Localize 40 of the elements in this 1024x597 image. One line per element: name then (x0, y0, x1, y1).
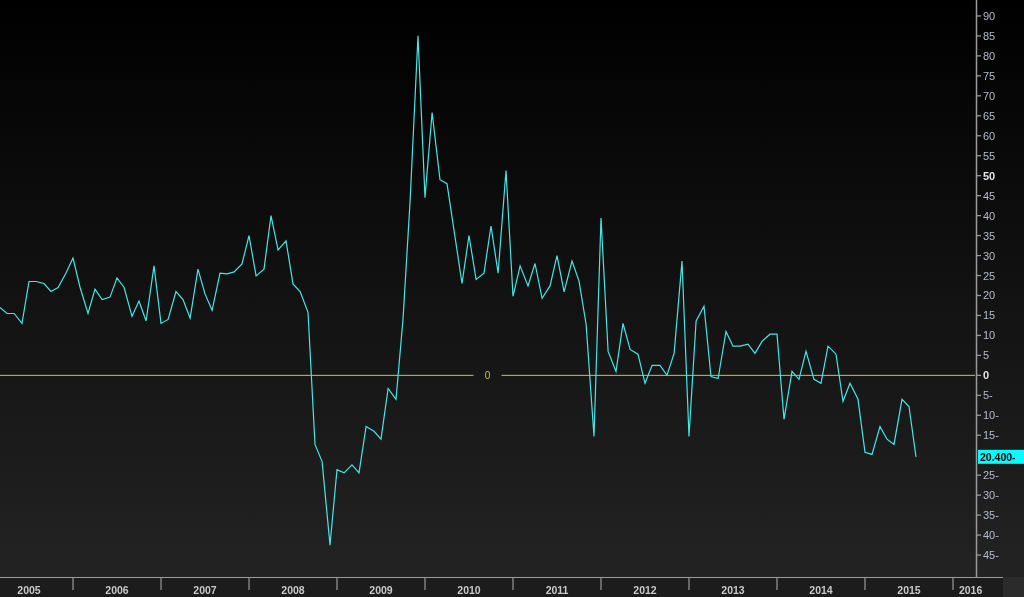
axis-label: 2006 (105, 584, 129, 596)
axis-label: 0 (983, 369, 990, 382)
axis-label: 20 (983, 289, 996, 302)
axis-label: 75 (983, 69, 996, 82)
axis-label: 85 (983, 29, 996, 42)
axis-label: 2010 (457, 584, 481, 596)
axis-label: 2011 (545, 584, 569, 596)
axis-label: 2005 (17, 584, 41, 596)
axis-label: 2009 (369, 584, 393, 596)
axis-label: 2016 (958, 584, 983, 596)
axis-label: 10 (983, 329, 996, 342)
axis-label: 90 (983, 9, 996, 22)
axis-label: 15- (983, 429, 999, 442)
axis-label: 60 (983, 129, 996, 142)
axis-label: 70 (983, 89, 996, 102)
line-label: 0 (484, 370, 491, 382)
axis-label: 2008 (281, 584, 305, 596)
axis-label: 25 (983, 269, 996, 282)
axis-label: 2015 (897, 584, 921, 596)
axis-label: 35- (983, 509, 999, 522)
axis-label: 2012 (633, 584, 657, 596)
axis-label: 2013 (721, 584, 745, 596)
axis-label: 45 (983, 189, 996, 202)
axis-label: 5- (983, 389, 993, 402)
axis-label: 15 (983, 309, 996, 322)
axis-label: 30 (983, 249, 996, 262)
axis-label: 80 (983, 49, 996, 62)
axis-label: 5 (983, 349, 990, 362)
axis-label: 40- (983, 529, 999, 542)
axis-label: 50 (983, 169, 996, 182)
axis-label: 2007 (193, 584, 217, 596)
axis-label: 25- (983, 469, 999, 482)
axis-label: 2014 (809, 584, 833, 596)
axis-label: 40 (983, 209, 996, 222)
axis-label: 55 (983, 149, 996, 162)
axis-label: 35 (983, 229, 996, 242)
axis-label: 30- (983, 489, 999, 502)
axis-label: 10- (983, 409, 999, 422)
axis-label: 65 (983, 109, 996, 122)
axis-label: 45- (983, 549, 999, 562)
